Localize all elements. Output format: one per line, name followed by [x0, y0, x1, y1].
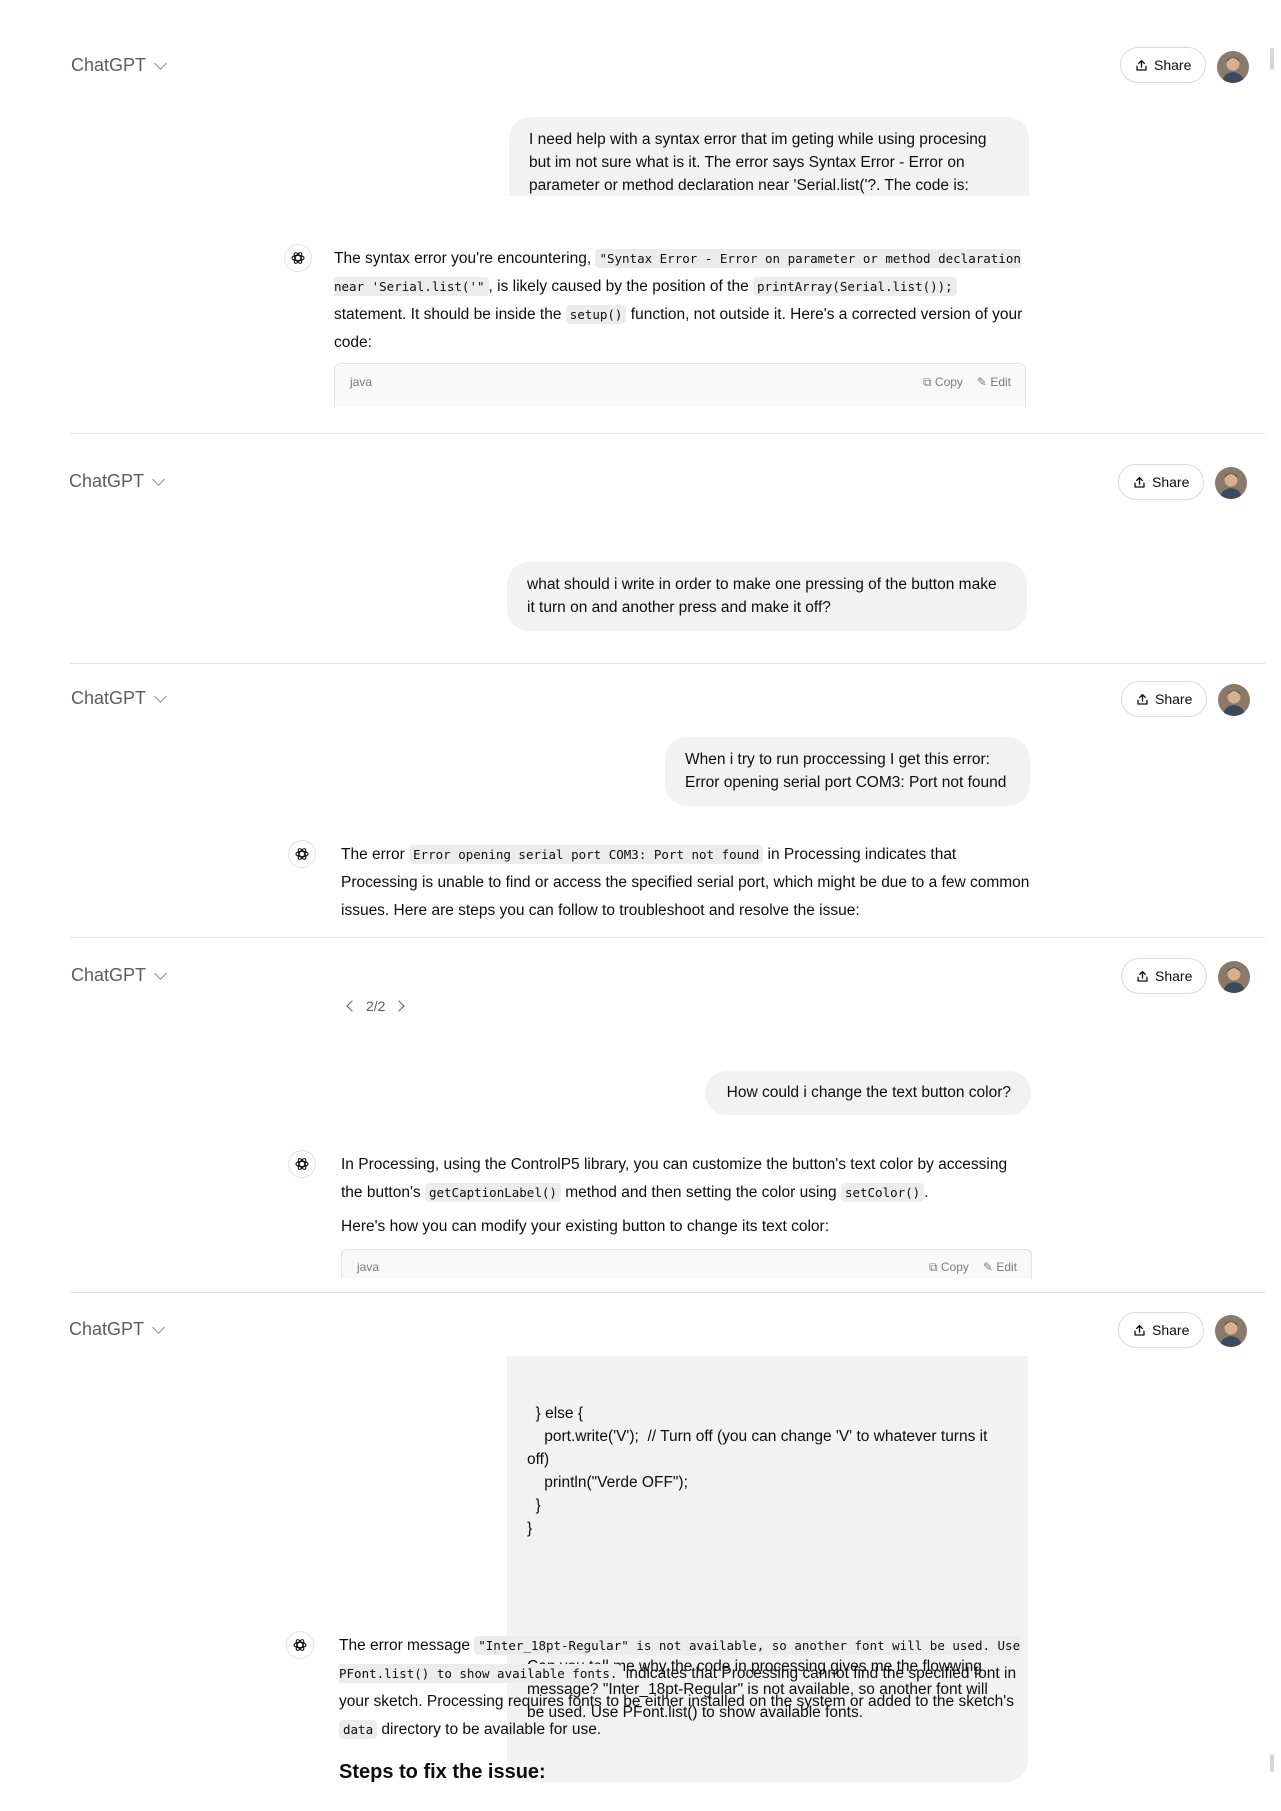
edit-button[interactable]: ✎ Edit: [977, 375, 1011, 390]
share-label: Share: [1152, 474, 1190, 490]
share-button[interactable]: Share: [1118, 464, 1205, 500]
share-label: Share: [1154, 57, 1192, 73]
share-label: Share: [1152, 1322, 1190, 1338]
edit-label: Edit: [996, 1260, 1017, 1274]
user-message: When i try to run proccessing I get this…: [665, 737, 1030, 806]
assistant-message: In Processing, using the ControlP5 libra…: [341, 1151, 1031, 1241]
inline-code: data: [339, 1720, 378, 1739]
share-icon: [1136, 693, 1149, 706]
assistant-message: The error message "Inter_18pt-Regular" i…: [339, 1632, 1031, 1744]
model-selector[interactable]: ChatGPT: [71, 965, 167, 986]
brand-label: ChatGPT: [71, 55, 147, 75]
user-code-line: println("Verde OFF");: [527, 1474, 688, 1491]
assistant-text: The error: [341, 846, 410, 863]
code-block-header: java ⧉ Copy ✎ Edit: [334, 363, 1026, 407]
user-code-lines: } else { port.write('V'); // Turn off (y…: [527, 1402, 1008, 1540]
chevron-down-icon: [152, 472, 165, 486]
chevron-down-icon: [154, 689, 167, 703]
user-message-text: I need help with a syntax error that im …: [529, 131, 987, 194]
edit-button[interactable]: ✎ Edit: [983, 1260, 1017, 1275]
assistant-paragraph: Here's how you can modify your existing …: [341, 1218, 830, 1235]
assistant-text: The error message: [339, 1637, 475, 1654]
chevron-down-icon: [154, 966, 167, 980]
share-icon: [1136, 970, 1149, 983]
inline-code: setColor(): [840, 1183, 925, 1202]
copy-button[interactable]: ⧉ Copy: [929, 1260, 969, 1275]
share-button[interactable]: Share: [1121, 681, 1208, 717]
avatar[interactable]: [1215, 1315, 1247, 1347]
share-icon: [1133, 1324, 1146, 1337]
panel-divider: [70, 937, 1265, 938]
model-selector[interactable]: ChatGPT: [69, 471, 165, 492]
user-message-line: When i try to run proccessing I get this…: [685, 751, 990, 768]
assistant-message: The syntax error you're encountering, "S…: [334, 245, 1026, 357]
copy-label: Copy: [940, 1260, 969, 1274]
assistant-text: statement. It should be inside the: [334, 306, 566, 323]
user-code-line: }: [527, 1520, 533, 1537]
brand-label: ChatGPT: [71, 688, 147, 708]
share-icon: [1135, 59, 1148, 72]
share-label: Share: [1155, 968, 1193, 984]
chatgpt-logo-icon: [284, 244, 312, 272]
model-selector[interactable]: ChatGPT: [71, 688, 167, 709]
brand-label: ChatGPT: [71, 965, 147, 985]
response-pager: 2/2: [346, 998, 406, 1014]
scrollbar-thumb[interactable]: [1270, 48, 1274, 70]
panel-divider: [70, 1292, 1265, 1293]
edit-label: Edit: [990, 375, 1011, 389]
user-message: I need help with a syntax error that im …: [509, 117, 1029, 196]
brand-label: ChatGPT: [69, 1319, 145, 1339]
chevron-down-icon: [154, 56, 167, 70]
user-message-line: Error opening serial port COM3: Port not…: [685, 774, 1007, 791]
chevron-left-icon[interactable]: [346, 1000, 358, 1012]
user-code-line: port.write('V'); // Turn off (you can ch…: [527, 1428, 992, 1468]
avatar[interactable]: [1218, 961, 1250, 993]
user-message-text: what should i write in order to make one…: [527, 576, 997, 616]
assistant-text: directory to be available for use.: [377, 1721, 602, 1738]
user-code-line: }: [527, 1497, 541, 1514]
share-button[interactable]: Share: [1121, 958, 1208, 994]
user-message: what should i write in order to make one…: [507, 562, 1027, 631]
panel-divider: [70, 663, 1265, 664]
copy-button[interactable]: ⧉ Copy: [923, 375, 963, 390]
brand-label: ChatGPT: [69, 471, 145, 491]
model-selector[interactable]: ChatGPT: [71, 55, 167, 76]
share-button[interactable]: Share: [1120, 47, 1207, 83]
share-icon: [1133, 476, 1146, 489]
panel-divider: [70, 433, 1265, 434]
inline-code: printArray(Serial.list());: [753, 277, 957, 296]
user-message-text: How could i change the text button color…: [726, 1084, 1011, 1101]
avatar[interactable]: [1218, 684, 1250, 716]
user-code-line: } else {: [527, 1405, 584, 1422]
code-language-label: java: [357, 1260, 380, 1274]
share-label: Share: [1155, 691, 1193, 707]
avatar[interactable]: [1215, 467, 1247, 499]
chevron-right-icon[interactable]: [393, 1000, 406, 1012]
chatgpt-logo-icon: [286, 1631, 314, 1659]
assistant-text: The syntax error you're encountering,: [334, 250, 596, 267]
assistant-text: method and then setting the color using: [560, 1184, 841, 1201]
code-block-header: java ⧉ Copy ✎ Edit: [341, 1249, 1032, 1279]
model-selector[interactable]: ChatGPT: [69, 1319, 165, 1340]
copy-label: Copy: [934, 375, 963, 389]
assistant-text: .: [924, 1184, 929, 1201]
share-button[interactable]: Share: [1118, 1312, 1205, 1348]
steps-heading: Steps to fix the issue:: [339, 1761, 546, 1783]
inline-code: setup(): [565, 305, 627, 324]
user-message: How could i change the text button color…: [705, 1071, 1031, 1115]
inline-code: Error opening serial port COM3: Port not…: [409, 845, 764, 864]
pager-count: 2/2: [366, 998, 386, 1014]
assistant-text: , is likely caused by the position of th…: [488, 278, 754, 295]
chevron-down-icon: [152, 1320, 165, 1334]
avatar[interactable]: [1217, 51, 1249, 83]
scrollbar-thumb[interactable]: [1270, 1754, 1274, 1772]
chatgpt-logo-icon: [288, 840, 316, 868]
code-language-label: java: [350, 375, 373, 389]
inline-code: getCaptionLabel(): [424, 1183, 561, 1202]
assistant-message: The error Error opening serial port COM3…: [341, 841, 1031, 925]
chatgpt-logo-icon: [288, 1150, 316, 1178]
